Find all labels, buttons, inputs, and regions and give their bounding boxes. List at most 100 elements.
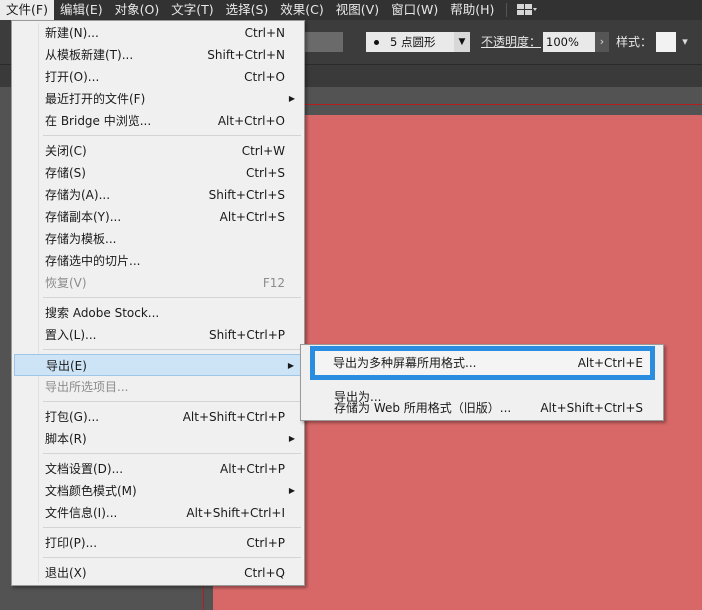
submenu-item-save-for-web[interactable]: 存储为 Web 所用格式（旧版）... Alt+Shift+Ctrl+S (303, 397, 661, 419)
menu-divider (43, 453, 301, 454)
menu-item-label: 在 Bridge 中浏览... (45, 114, 152, 128)
menu-item-label: 打开(O)... (45, 70, 100, 84)
menu-item-save-as-template[interactable]: 存储为模板... (14, 228, 302, 250)
submenu-arrow-icon: ▶ (287, 361, 294, 370)
menu-item-shortcut: Ctrl+Q (244, 566, 285, 580)
menu-item-browse-bridge[interactable]: 在 Bridge 中浏览... Alt+Ctrl+O (14, 110, 302, 132)
menubar: 文件(F) 编辑(E) 对象(O) 文字(T) 选择(S) 效果(C) 视图(V… (0, 0, 702, 20)
menu-item-shortcut: Alt+Ctrl+S (219, 210, 285, 224)
menu-item-label: 存储副本(Y)... (45, 210, 122, 224)
menu-item-save-selected-slices[interactable]: 存储选中的切片... (14, 250, 302, 272)
menu-item-shortcut: Ctrl+P (246, 536, 285, 550)
menu-item-export[interactable]: 导出(E) ▶ (14, 354, 302, 376)
menu-item-new-from-template[interactable]: 从模板新建(T)... Shift+Ctrl+N (14, 44, 302, 66)
menu-divider (43, 401, 301, 402)
brush-size: 5 (390, 35, 398, 49)
menu-item-close[interactable]: 关闭(C) Ctrl+W (14, 140, 302, 162)
menu-item-shortcut: F12 (262, 276, 285, 290)
menu-item-shortcut: Ctrl+O (244, 70, 285, 84)
menu-item-shortcut: Alt+Shift+Ctrl+P (182, 410, 285, 424)
menu-item-label: 打包(G)... (45, 410, 100, 424)
menu-effect[interactable]: 效果(C) (274, 0, 329, 20)
menu-item-label: 存储选中的切片... (45, 254, 141, 268)
menu-item-export-selection: 导出所选项目... (14, 376, 302, 398)
workspace-grid-icon[interactable] (513, 0, 541, 20)
menu-item-shortcut: Alt+Ctrl+P (220, 462, 285, 476)
menu-item-print[interactable]: 打印(P)... Ctrl+P (14, 532, 302, 554)
style-label: 样式： (616, 35, 653, 49)
submenu-arrow-icon: ▶ (288, 434, 295, 443)
menu-item-save-copy[interactable]: 存储副本(Y)... Alt+Ctrl+S (14, 206, 302, 228)
menu-select[interactable]: 选择(S) (220, 0, 275, 20)
menu-item-scripts[interactable]: 脚本(R) ▶ (14, 428, 302, 450)
opacity-input[interactable]: 100% (543, 32, 595, 52)
menu-item-save[interactable]: 存储(S) Ctrl+S (14, 162, 302, 184)
file-menu: 新建(N)... Ctrl+N 从模板新建(T)... Shift+Ctrl+N 打… (11, 20, 305, 586)
stroke-swatch[interactable] (305, 32, 343, 52)
menu-edit[interactable]: 编辑(E) (54, 0, 109, 20)
menu-item-document-color-mode[interactable]: 文档颜色模式(M) ▶ (14, 480, 302, 502)
menu-divider (43, 527, 301, 528)
menu-item-label: 关闭(C) (45, 144, 87, 158)
menu-item-label: 打印(P)... (45, 536, 98, 550)
menu-divider (43, 297, 301, 298)
chevron-right-icon[interactable]: › (595, 32, 609, 52)
menu-item-label: 导出所选项目... (45, 380, 129, 394)
menu-type[interactable]: 文字(T) (165, 0, 219, 20)
menu-item-label: 新建(N)... (45, 26, 99, 40)
menu-item-label: 搜索 Adobe Stock... (45, 306, 160, 320)
menu-item-shortcut: Shift+Ctrl+P (209, 328, 285, 342)
menu-item-open-recent[interactable]: 最近打开的文件(F) ▶ (14, 88, 302, 110)
menu-item-search-adobe-stock[interactable]: 搜索 Adobe Stock... (14, 302, 302, 324)
menu-item-shortcut: Alt+Shift+Ctrl+S (540, 401, 643, 415)
menu-item-label: 从模板新建(T)... (45, 48, 134, 62)
chevron-down-icon[interactable]: ▾ (678, 32, 692, 52)
brush-label: 5 点圆形 (390, 32, 435, 52)
submenu-arrow-icon: ▶ (288, 94, 295, 103)
menu-item-file-info[interactable]: 文件信息(I)... Alt+Shift+Ctrl+I (14, 502, 302, 524)
menu-item-label: 存储为(A)... (45, 188, 111, 202)
submenu-arrow-icon: ▶ (288, 486, 295, 495)
menu-item-exit[interactable]: 退出(X) Ctrl+Q (14, 562, 302, 584)
menu-item-label: 文档颜色模式(M) (45, 484, 137, 498)
menu-help[interactable]: 帮助(H) (444, 0, 500, 20)
menu-item-shortcut: Ctrl+W (241, 144, 285, 158)
menu-item-label: 存储(S) (45, 166, 86, 180)
opacity-label[interactable]: 不透明度： (481, 32, 541, 52)
menu-divider (43, 135, 301, 136)
menubar-divider (506, 3, 508, 17)
menu-item-label: 文档设置(D)... (45, 462, 124, 476)
menu-item-label: 最近打开的文件(F) (45, 92, 146, 106)
menu-item-label: 存储为模板... (45, 232, 117, 246)
style-swatch[interactable] (656, 32, 676, 52)
menu-item-label: 恢复(V) (45, 276, 87, 290)
menu-item-open[interactable]: 打开(O)... Ctrl+O (14, 66, 302, 88)
menu-item-place[interactable]: 置入(L)... Shift+Ctrl+P (14, 324, 302, 346)
menu-item-label: 文件信息(I)... (45, 506, 118, 520)
menu-file[interactable]: 文件(F) (0, 0, 54, 20)
brush-dot-icon (374, 40, 379, 45)
menu-item-label: 导出为多种屏幕所用格式... (333, 356, 477, 370)
menu-item-label: 置入(L)... (45, 328, 97, 342)
menu-view[interactable]: 视图(V) (330, 0, 385, 20)
menu-object[interactable]: 对象(O) (109, 0, 166, 20)
menu-window[interactable]: 窗口(W) (385, 0, 444, 20)
menu-item-new[interactable]: 新建(N)... Ctrl+N (14, 22, 302, 44)
menu-item-shortcut: Shift+Ctrl+S (208, 188, 285, 202)
submenu-item-export-for-screens[interactable]: 导出为多种屏幕所用格式... Alt+Ctrl+E (310, 346, 655, 380)
brush-dropdown[interactable]: 5 点圆形 ▼ (366, 32, 470, 52)
chevron-down-icon[interactable]: ▼ (454, 32, 470, 52)
menu-item-label: 脚本(R) (45, 432, 87, 446)
menu-item-shortcut: Alt+Ctrl+E (577, 356, 643, 370)
menu-item-label: 导出(E) (46, 359, 87, 373)
menu-item-revert: 恢复(V) F12 (14, 272, 302, 294)
menu-item-shortcut: Ctrl+N (244, 26, 285, 40)
menu-item-shortcut: Alt+Shift+Ctrl+I (186, 506, 285, 520)
menu-item-document-setup[interactable]: 文档设置(D)... Alt+Ctrl+P (14, 458, 302, 480)
menu-item-shortcut: Shift+Ctrl+N (207, 48, 285, 62)
menu-divider (43, 349, 301, 350)
menu-item-shortcut: Alt+Ctrl+O (217, 114, 285, 128)
menu-item-save-as[interactable]: 存储为(A)... Shift+Ctrl+S (14, 184, 302, 206)
menu-divider (43, 557, 301, 558)
menu-item-package[interactable]: 打包(G)... Alt+Shift+Ctrl+P (14, 406, 302, 428)
